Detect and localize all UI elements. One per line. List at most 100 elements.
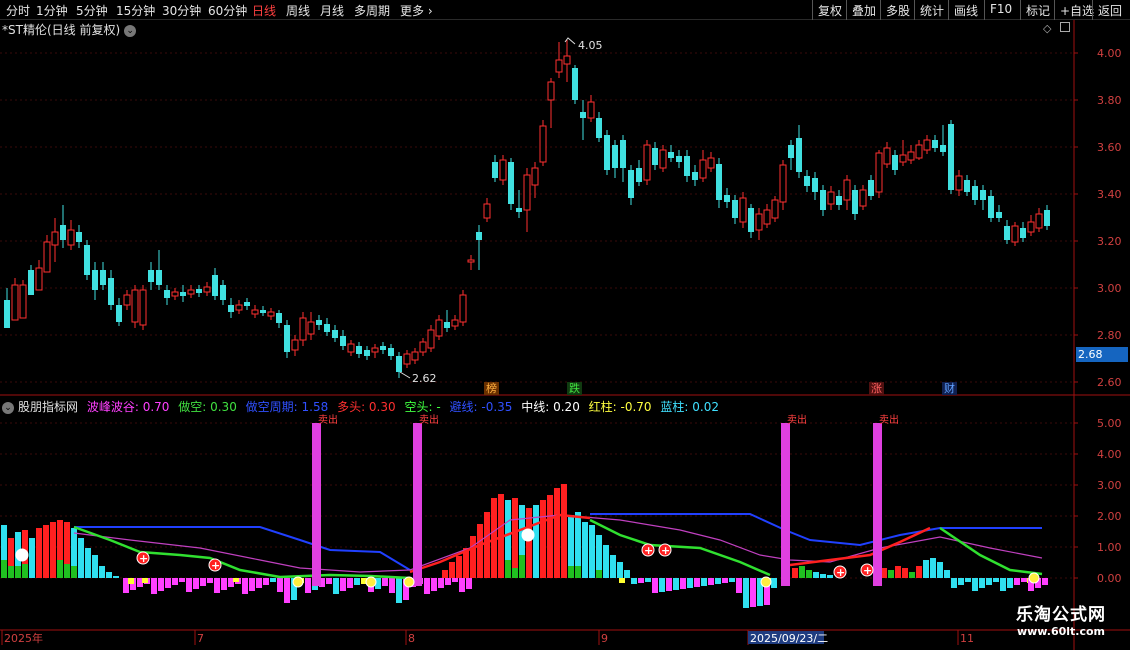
candle-body-up	[659, 149, 667, 169]
event-badge-zhang[interactable]: 涨	[869, 382, 884, 395]
candle-body-down	[1004, 226, 1010, 240]
histogram-bar	[806, 570, 812, 578]
candle-body-up	[739, 197, 747, 223]
candle-body-down	[476, 232, 482, 240]
histogram-bar-negative	[452, 578, 458, 582]
event-badge-die[interactable]: 跌	[567, 382, 582, 395]
candle-body-up	[587, 101, 595, 119]
histogram-bar	[540, 500, 546, 578]
histogram-bar-yellow	[142, 578, 148, 583]
histogram-base-green	[71, 566, 77, 578]
indicator-tick-label: 4.00	[1097, 448, 1122, 461]
histogram-bar-negative	[277, 578, 283, 592]
histogram-bar-negative	[172, 578, 178, 585]
histogram-bar-negative	[972, 578, 978, 591]
histogram-base-green	[519, 555, 525, 578]
param-bixian: 避线: -0.35	[449, 400, 513, 414]
histogram-bar	[533, 505, 539, 578]
param-bofeng: 波峰波谷: 0.70	[86, 400, 170, 414]
logo-url: www.60lt.com	[1016, 625, 1106, 638]
candle-body-down	[180, 292, 186, 296]
candle-body-up	[915, 144, 923, 159]
candle-body-up	[419, 341, 427, 353]
histogram-bar-negative	[445, 578, 451, 585]
histogram-bar-negative	[207, 578, 213, 583]
histogram-bar-negative	[1014, 578, 1020, 585]
param-zhongxian: 中线: 0.20	[521, 400, 580, 414]
high-marker-label: 4.05	[578, 39, 603, 52]
histogram-bar-negative	[158, 578, 164, 591]
candle-body-down	[836, 196, 842, 205]
param-kongtou: 空头: -	[404, 400, 441, 414]
sell-signal-icon	[403, 576, 415, 588]
histogram-bar-negative	[354, 578, 360, 585]
indicator-tick-label: 5.00	[1097, 417, 1122, 430]
candle-body-up	[203, 286, 211, 293]
candle-body-up	[451, 319, 459, 327]
price-tick-label: 2.80	[1097, 329, 1122, 342]
short-cycle-line	[74, 526, 411, 571]
price-tick-label: 4.00	[1097, 47, 1122, 60]
event-badge-cai[interactable]: 财	[942, 382, 957, 395]
histogram-bar-negative	[708, 578, 714, 585]
histogram-bar-negative	[326, 578, 332, 584]
candle-body-down	[100, 270, 106, 285]
price-tick-label: 3.20	[1097, 235, 1122, 248]
indicator-name[interactable]: 股朋指标网	[18, 400, 78, 414]
histogram-bar-negative	[638, 578, 644, 583]
candle-body-up	[547, 81, 555, 101]
indicator-tick-label: 1.00	[1097, 541, 1122, 554]
candle-body-down	[84, 245, 90, 275]
candle-body-up	[123, 294, 131, 306]
candle-body-up	[923, 139, 931, 151]
candle-body-down	[724, 195, 730, 202]
candle-body-down	[820, 190, 826, 210]
histogram-bar-negative	[200, 578, 206, 586]
histogram-bar	[561, 484, 567, 578]
histogram-bar-negative	[979, 578, 985, 588]
candle-body-down	[604, 135, 610, 170]
histogram-bar-negative	[179, 578, 185, 582]
histogram-bar-negative	[659, 578, 665, 592]
signal-glyph: +	[18, 549, 27, 562]
histogram-bar	[477, 524, 483, 578]
candle-body-up	[299, 317, 307, 341]
candle-body-down	[748, 208, 754, 232]
candle-body-up	[779, 164, 787, 203]
histogram-bar-yellow	[233, 578, 239, 582]
event-badge-bang[interactable]: 榜	[484, 382, 499, 395]
price-tick-label: 2.60	[1097, 376, 1122, 389]
candle-body-up	[435, 319, 443, 337]
histogram-bar	[43, 525, 49, 578]
candle-body-down	[28, 270, 34, 295]
histogram-bar	[937, 562, 943, 578]
indicator-tick-label: 0.00	[1097, 572, 1122, 585]
candle-body-down	[692, 172, 698, 180]
param-zuokong: 做空: 0.30	[178, 400, 237, 414]
histogram-bar-negative	[645, 578, 651, 582]
peak-spike	[781, 423, 790, 586]
histogram-bar	[29, 538, 35, 578]
candle-body-down	[324, 324, 330, 332]
candle-body-up	[35, 267, 43, 291]
histogram-bar-negative	[459, 578, 465, 592]
candle-body-up	[11, 284, 19, 321]
candle-body-up	[307, 321, 315, 335]
kline-chart[interactable]: 4.00 3.80 3.60 3.40 3.20 3.00 2.80 2.60 5.00 4.00…	[0, 0, 1130, 650]
histogram-bar-negative	[263, 578, 269, 585]
candle-body-up	[771, 199, 779, 219]
candle-body-down	[572, 68, 578, 100]
histogram-bar-negative	[771, 578, 777, 588]
histogram-bar-negative	[1021, 578, 1027, 582]
histogram-bar-negative	[270, 578, 276, 582]
indicator-menu-icon[interactable]: ⌄	[2, 401, 14, 414]
candle-body-down	[228, 305, 234, 312]
price-tick-label: 3.40	[1097, 188, 1122, 201]
candle-body-down	[620, 140, 626, 168]
histogram-bar	[456, 556, 462, 578]
candle-body-up	[235, 304, 243, 311]
param-lanzhu: 蓝柱: 0.02	[660, 400, 719, 414]
histogram-bar	[449, 562, 455, 578]
candle-body-down	[396, 356, 402, 372]
peak-spike	[413, 423, 422, 586]
